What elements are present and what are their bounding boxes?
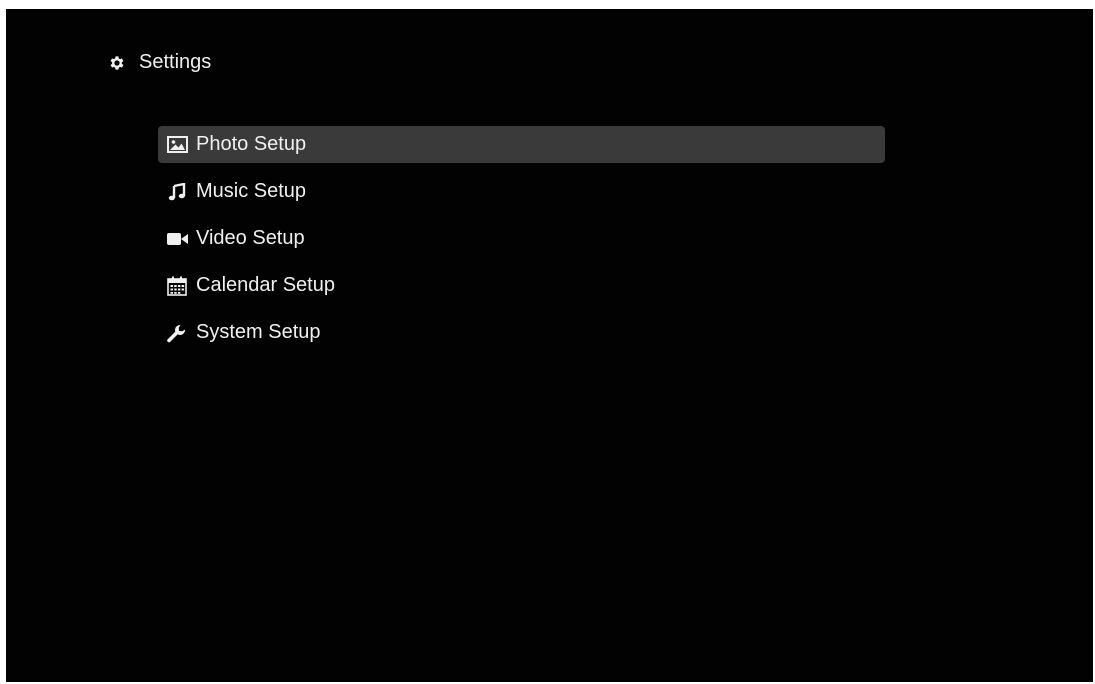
menu-item-label: Music Setup [196, 180, 307, 202]
menu-item-label: Video Setup [196, 227, 305, 249]
menu-item-photo-setup[interactable]: Photo Setup [158, 126, 885, 163]
screen: Settings Photo Setup Music Setup Video S… [6, 9, 1093, 682]
photo-icon [166, 135, 188, 155]
settings-menu: Photo Setup Music Setup Video Setup Cale… [158, 126, 885, 361]
calendar-icon [166, 276, 188, 296]
menu-item-label: System Setup [196, 321, 321, 343]
menu-item-calendar-setup[interactable]: Calendar Setup [158, 267, 885, 304]
video-camera-icon [166, 229, 188, 249]
gear-icon [108, 54, 126, 72]
music-note-icon [166, 182, 188, 202]
page-header: Settings [108, 51, 211, 74]
menu-item-label: Calendar Setup [196, 274, 335, 296]
page-title: Settings [139, 51, 212, 73]
menu-item-label: Photo Setup [196, 133, 307, 155]
menu-item-system-setup[interactable]: System Setup [158, 314, 885, 351]
menu-item-video-setup[interactable]: Video Setup [158, 220, 885, 257]
menu-item-music-setup[interactable]: Music Setup [158, 173, 885, 210]
wrench-icon [166, 323, 188, 343]
